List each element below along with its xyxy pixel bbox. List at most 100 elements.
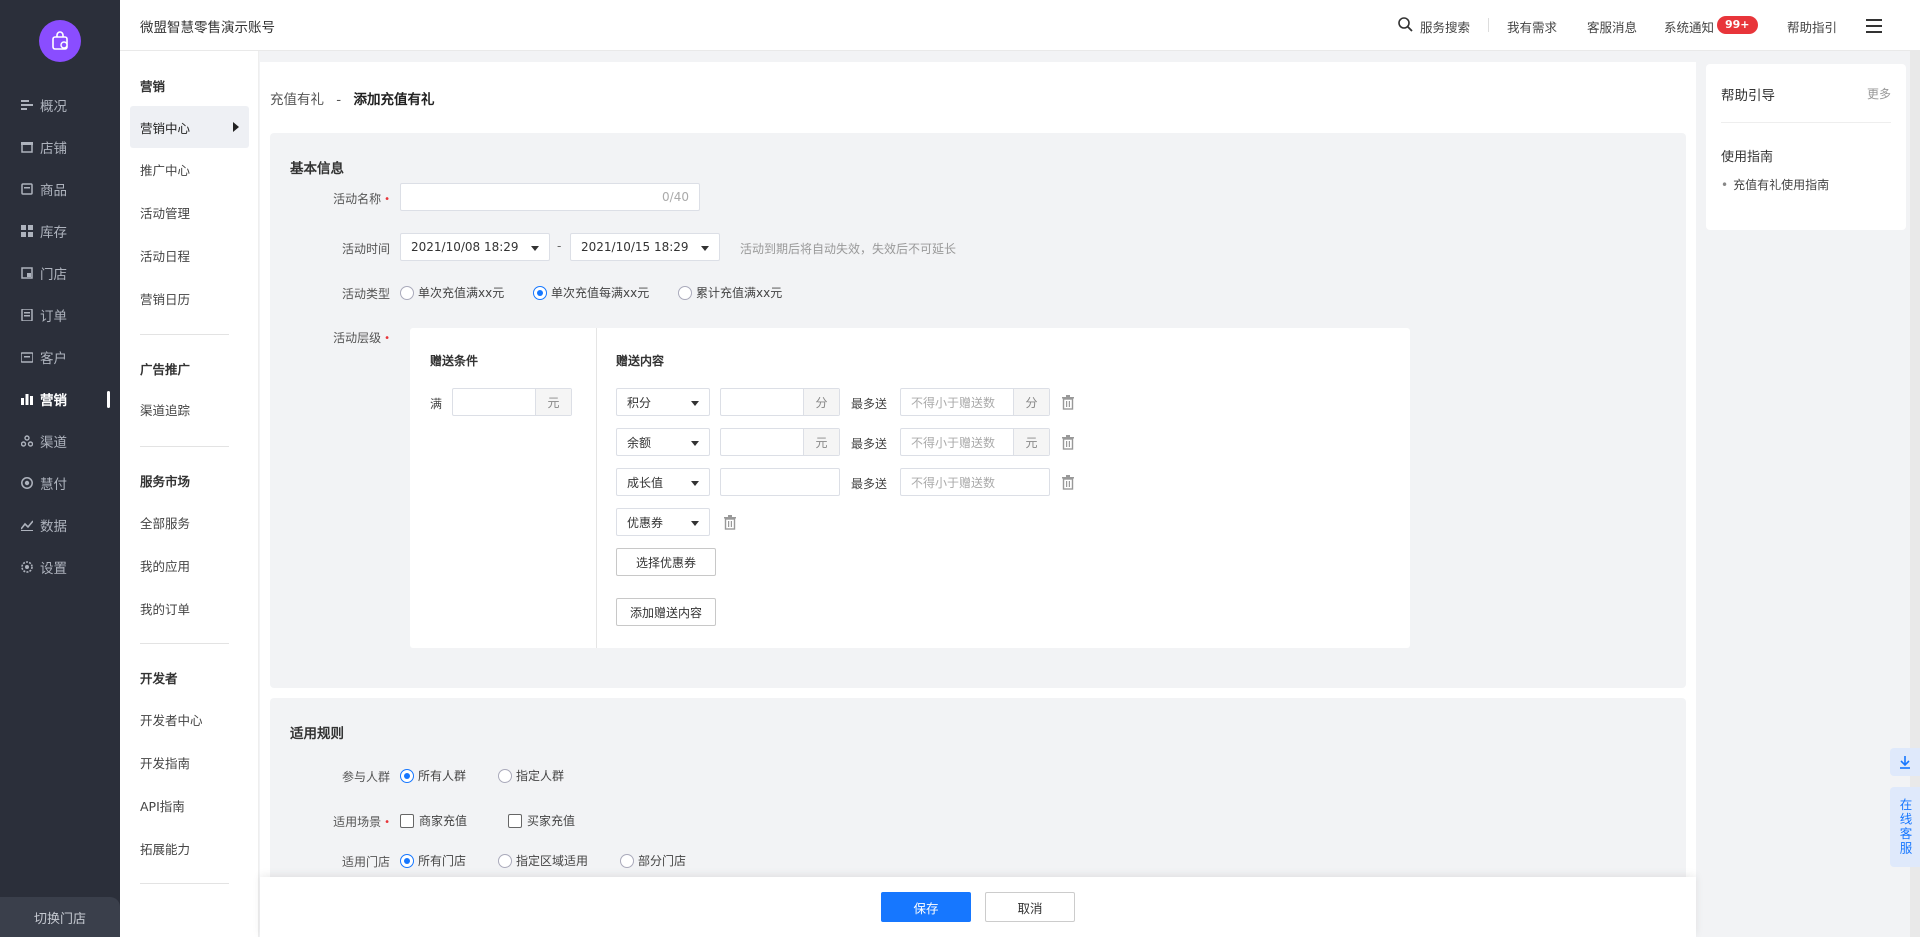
gift-amount-input[interactable]: 元	[720, 428, 840, 456]
subnav-link-my-orders[interactable]: 我的订单	[130, 587, 249, 629]
guide-link[interactable]: 充值有礼使用指南	[1721, 176, 1829, 193]
choose-coupon-button[interactable]: 选择优惠券	[616, 548, 716, 576]
subnav-link-my-apps[interactable]: 我的应用	[130, 544, 249, 586]
max-gift-input[interactable]: 不得小于赠送数	[900, 468, 1050, 496]
subnav-link-promotion-center[interactable]: 推广中心	[130, 148, 249, 190]
gift-amount-input[interactable]: 分	[720, 388, 840, 416]
max-gift-input[interactable]: 不得小于赠送数 分	[900, 388, 1050, 416]
subnav-link-developer-center[interactable]: 开发者中心	[130, 698, 249, 740]
trash-icon[interactable]	[1060, 434, 1076, 450]
save-button[interactable]: 保存	[881, 892, 971, 922]
nav-item-pay[interactable]: 慧付	[0, 469, 120, 497]
radio-label: 累计充值满xx元	[696, 286, 783, 300]
cancel-button[interactable]: 取消	[985, 892, 1075, 922]
store-radio-region[interactable]: 指定区域适用	[498, 852, 588, 869]
search-icon[interactable]	[1398, 17, 1413, 32]
radio-icon	[620, 853, 634, 868]
brand-logo[interactable]	[39, 20, 81, 62]
goods-icon	[20, 182, 34, 196]
max-gift-label: 最多送	[851, 477, 888, 491]
system-notice-link[interactable]: 系统通知	[1664, 17, 1714, 36]
divider	[596, 328, 597, 648]
scene-checkbox-buyer[interactable]: 买家充值	[508, 812, 575, 829]
online-service-button[interactable]: 在线客服	[1890, 787, 1920, 867]
store-radio-all[interactable]: 所有门店	[400, 852, 466, 869]
condition-prefix: 满	[430, 397, 443, 411]
end-time-picker[interactable]: 2021/10/15 18:29	[570, 233, 720, 261]
gift-type-select[interactable]: 成长值	[616, 468, 710, 496]
subnav-link-activity-manage[interactable]: 活动管理	[130, 191, 249, 233]
radio-label: 单次充值满xx元	[418, 286, 505, 300]
chevron-down-icon	[701, 246, 709, 251]
nav-item-shop[interactable]: 店铺	[0, 133, 120, 161]
radio-label: 指定人群	[516, 769, 565, 783]
scene-checkbox-merchant[interactable]: 商家充值	[400, 812, 467, 829]
max-gift-input[interactable]: 不得小于赠送数 元	[900, 428, 1050, 456]
nav-item-order[interactable]: 订单	[0, 301, 120, 329]
main-nav: 概况 店铺 商品 库存 门店 订单 客户 营销 渠道 慧付 数据 设置 切换门店	[0, 0, 120, 937]
nav-item-label: 商品	[40, 183, 67, 199]
subnav-link-label: 拓展能力	[140, 841, 191, 857]
account-name[interactable]: 微盟智慧零售演示账号	[140, 16, 275, 36]
nav-item-marketing[interactable]: 营销	[0, 385, 120, 413]
trash-icon[interactable]	[1060, 474, 1076, 490]
subnav-link-api-guide[interactable]: API指南	[130, 784, 249, 826]
divider	[1488, 18, 1489, 32]
trash-icon[interactable]	[722, 514, 738, 530]
my-needs-link[interactable]: 我有需求	[1507, 17, 1557, 36]
switch-store-button[interactable]: 切换门店	[0, 897, 120, 937]
checkbox-label: 商家充值	[419, 814, 468, 828]
add-gift-content-button[interactable]: 添加赠送内容	[616, 598, 716, 626]
help-more-link[interactable]: 更多	[1867, 85, 1891, 102]
nav-item-data[interactable]: 数据	[0, 511, 120, 539]
nav-item-channel[interactable]: 渠道	[0, 427, 120, 455]
type-radio-single-full[interactable]: 单次充值满xx元	[400, 284, 504, 301]
gift-type-select[interactable]: 余额	[616, 428, 710, 456]
subnav-link-all-services[interactable]: 全部服务	[130, 501, 249, 543]
subnav-group-title: 营销	[140, 79, 166, 94]
gift-type-select[interactable]: 积分	[616, 388, 710, 416]
nav-item-store[interactable]: 门店	[0, 259, 120, 287]
gift-condition-header: 赠送条件	[430, 354, 479, 368]
nav-item-settings[interactable]: 设置	[0, 553, 120, 581]
subnav-link-activity-schedule[interactable]: 活动日程	[130, 234, 249, 276]
activity-time-label: 活动时间	[341, 242, 390, 256]
subnav-link-label: 我的订单	[140, 601, 191, 617]
subnav-link-channel-tracking[interactable]: 渠道追踪	[130, 388, 249, 430]
help-guide-link[interactable]: 帮助指引	[1787, 17, 1837, 36]
gift-type-select[interactable]: 优惠券	[616, 508, 710, 536]
unit-suffix: 元	[1013, 429, 1049, 455]
type-radio-single-every[interactable]: 单次充值每满xx元	[533, 284, 649, 301]
gift-amount-input[interactable]	[720, 468, 840, 496]
shop-icon	[20, 140, 34, 154]
type-radio-cumulative[interactable]: 累计充值满xx元	[678, 284, 782, 301]
subnav-link-marketing-center[interactable]: 营销中心	[130, 106, 249, 148]
checkbox-label: 买家充值	[527, 814, 576, 828]
service-search-link[interactable]: 服务搜索	[1420, 17, 1470, 36]
subnav-link-dev-guide[interactable]: 开发指南	[130, 741, 249, 783]
nav-item-goods[interactable]: 商品	[0, 175, 120, 203]
nav-item-overview[interactable]: 概况	[0, 91, 120, 119]
nav-item-label: 概况	[40, 99, 67, 115]
hamburger-menu-icon[interactable]	[1866, 19, 1882, 33]
divider	[140, 446, 229, 447]
crowd-radio-specified[interactable]: 指定人群	[498, 767, 564, 784]
subnav-link-marketing-calendar[interactable]: 营销日历	[130, 277, 249, 319]
nav-item-inventory[interactable]: 库存	[0, 217, 120, 245]
subnav-link-extensions[interactable]: 拓展能力	[130, 827, 249, 869]
start-time-picker[interactable]: 2021/10/08 18:29	[400, 233, 550, 261]
input-placeholder: 不得小于赠送数	[911, 475, 996, 490]
trash-icon[interactable]	[1060, 394, 1076, 410]
activity-name-input[interactable]: 0/40	[400, 183, 700, 211]
condition-amount-input[interactable]: 元	[452, 388, 572, 416]
download-button[interactable]	[1890, 748, 1920, 776]
chevron-down-icon	[691, 521, 699, 526]
store-radio-partial[interactable]: 部分门店	[620, 852, 686, 869]
subnav-group-title: 服务市场	[140, 474, 191, 489]
breadcrumb-parent[interactable]: 充值有礼	[270, 92, 324, 108]
nav-item-label: 设置	[40, 561, 67, 577]
cs-messages-link[interactable]: 客服消息	[1587, 17, 1637, 36]
crowd-radio-all[interactable]: 所有人群	[400, 767, 466, 784]
radio-label: 所有门店	[418, 854, 467, 868]
nav-item-customer[interactable]: 客户	[0, 343, 120, 371]
